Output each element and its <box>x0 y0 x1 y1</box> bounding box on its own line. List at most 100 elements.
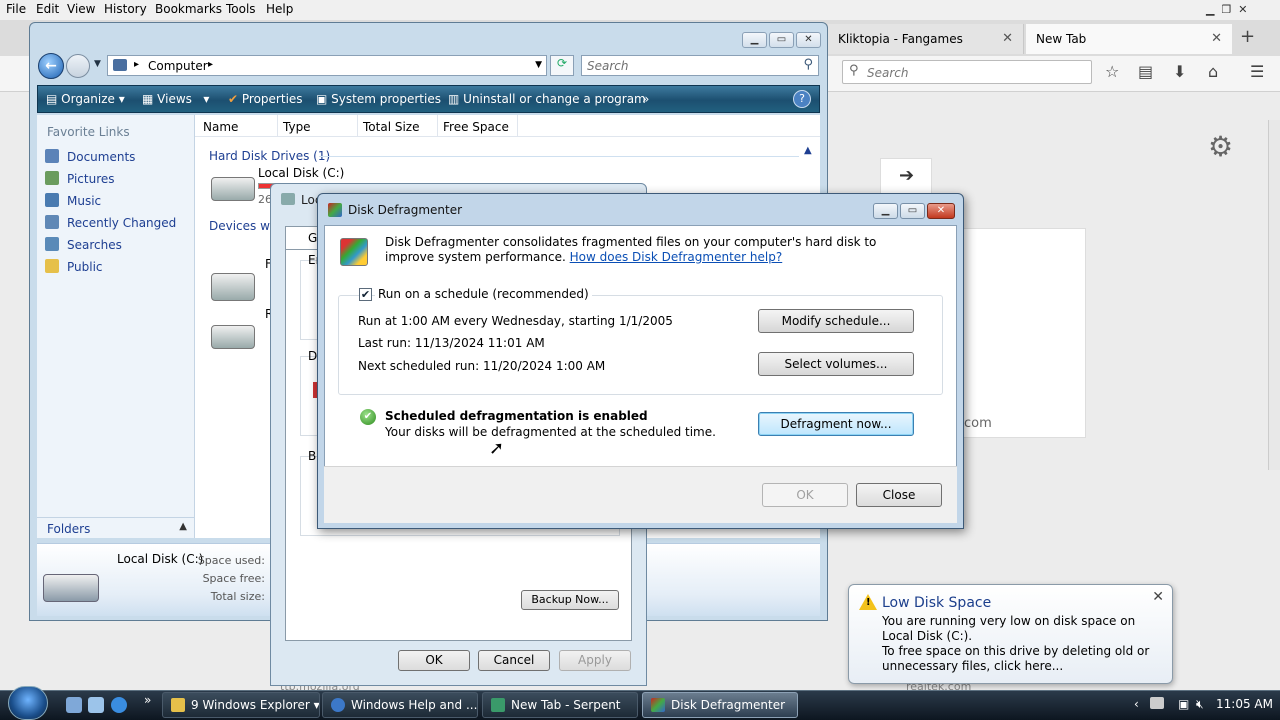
start-button[interactable] <box>8 686 48 720</box>
home-icon[interactable]: ⌂ <box>1208 62 1218 81</box>
nav-documents[interactable]: Documents <box>45 149 135 164</box>
close-icon[interactable]: ✕ <box>1152 589 1164 605</box>
menu-file[interactable]: File <box>6 2 26 16</box>
folders-toggle[interactable]: Folders ▲ <box>37 517 195 538</box>
group-hard-disk-drives[interactable]: Hard Disk Drives (1) <box>209 149 330 163</box>
taskbar-windows-help[interactable]: Windows Help and ... <box>322 692 478 718</box>
explorer-search-input[interactable]: Search ⚲ <box>581 55 819 76</box>
minimize-button[interactable]: ▁ <box>742 32 767 48</box>
modify-schedule-button[interactable]: Modify schedule... <box>758 309 914 333</box>
hard-drive-icon <box>43 574 99 602</box>
column-type[interactable]: Type <box>283 120 311 134</box>
gear-icon[interactable]: ⚙ <box>1208 130 1233 163</box>
close-button[interactable]: ✕ <box>927 203 955 219</box>
address-bar[interactable]: ▸ Computer ▸ ▼ <box>107 55 547 76</box>
show-desktop-icon[interactable] <box>66 697 82 713</box>
back-button[interactable]: ← <box>38 53 64 79</box>
menu-history[interactable]: History <box>104 2 147 16</box>
maximize-button[interactable]: ▭ <box>900 203 925 219</box>
search-go-button[interactable]: ➔ <box>880 158 932 194</box>
computer-icon <box>113 59 127 71</box>
clock[interactable]: 11:05 AM <box>1216 697 1273 711</box>
network-icon[interactable]: ▣ <box>1178 697 1189 711</box>
top-site-thumbnail[interactable] <box>962 228 1086 438</box>
folder-icon <box>45 259 59 273</box>
tray-chevron-icon[interactable]: ‹ <box>1134 697 1139 711</box>
taskbar-new-tab-serpent[interactable]: New Tab - Serpent <box>482 692 638 718</box>
volume-muted-icon[interactable]: 🔇︎ <box>1196 697 1204 712</box>
tab-new-tab[interactable]: New Tab ✕ <box>1026 24 1232 54</box>
system-properties-button[interactable]: ▣ System properties <box>316 92 441 106</box>
nav-public[interactable]: Public <box>45 259 103 274</box>
properties-cancel-button[interactable]: Cancel <box>478 650 550 671</box>
download-icon[interactable]: ⬇ <box>1173 62 1186 81</box>
organize-button[interactable]: ▤ Organize ▾ <box>46 92 125 106</box>
column-total-size[interactable]: Total Size <box>363 120 419 134</box>
menu-edit[interactable]: Edit <box>36 2 59 16</box>
backup-now-button[interactable]: Backup Now... <box>521 590 619 610</box>
column-name[interactable]: Name <box>203 120 238 134</box>
taskbar-windows-explorer[interactable]: 9 Windows Explorer ▾ <box>162 692 320 718</box>
details-total-size: Total size: <box>210 590 265 603</box>
menu-view[interactable]: View <box>67 2 95 16</box>
properties-button[interactable]: ✔ Properties <box>228 92 303 106</box>
firefox-window-controls[interactable]: ▁ ❐ ✕ <box>1206 3 1248 16</box>
maximize-button[interactable]: ▭ <box>769 32 794 48</box>
defragment-now-button[interactable]: Defragment now... <box>758 412 914 436</box>
library-icon[interactable]: ▤ <box>1138 62 1153 81</box>
menu-bookmarks[interactable]: Bookmarks <box>155 2 222 16</box>
balloon-message[interactable]: You are running very low on disk space o… <box>882 614 1170 674</box>
chevron-up-icon[interactable]: ▲ <box>804 145 812 156</box>
serpent-icon <box>491 698 505 712</box>
nav-recently-changed[interactable]: Recently Changed <box>45 215 176 230</box>
column-free-space[interactable]: Free Space <box>443 120 509 134</box>
menu-help[interactable]: Help <box>266 2 293 16</box>
quicklaunch-chevron[interactable]: » <box>144 693 151 707</box>
more-commands-button[interactable]: » <box>642 92 649 106</box>
schedule-checkbox[interactable]: ✔ <box>359 288 372 301</box>
firefox-scrollbar[interactable] <box>1268 120 1280 470</box>
warning-icon: ! <box>859 594 877 610</box>
defrag-window-controls: ▁ ▭ ✕ <box>871 202 955 219</box>
uninstall-button[interactable]: ▥ Uninstall or change a program <box>448 92 646 106</box>
new-tab-plus-icon[interactable]: + <box>1240 26 1255 47</box>
balloon-message-line1: You are running very low on disk space o… <box>882 614 1136 643</box>
minimize-button[interactable]: ▁ <box>873 203 898 219</box>
close-icon[interactable]: ✕ <box>1002 31 1013 46</box>
tab-kliktopia[interactable]: Kliktopia - Fangames ✕ <box>828 24 1024 54</box>
disk-defragmenter-dialog: Disk Defragmenter ▁ ▭ ✕ Disk Defragmenter … <box>317 193 964 529</box>
tab-new-tab-label: New Tab <box>1036 32 1087 46</box>
defrag-help-link[interactable]: How does Disk Defragmenter help? <box>570 250 783 264</box>
close-button[interactable]: ✕ <box>796 32 821 48</box>
menu-tools[interactable]: Tools <box>226 2 256 16</box>
properties-ok-button[interactable]: OK <box>398 650 470 671</box>
views-button[interactable]: ▦ Views ▾ <box>142 92 209 106</box>
switch-windows-icon[interactable] <box>88 697 104 713</box>
close-icon[interactable]: ✕ <box>1211 31 1222 46</box>
balloon-title: Low Disk Space <box>882 595 992 611</box>
internet-explorer-icon[interactable] <box>111 697 127 713</box>
refresh-button[interactable]: ⟳ <box>550 55 574 76</box>
firefox-search-input[interactable]: ⚲ Search <box>842 60 1092 84</box>
history-dropdown-icon[interactable]: ▼ <box>94 59 101 69</box>
properties-apply-button[interactable]: Apply <box>559 650 631 671</box>
programs-icon: ▥ <box>448 92 460 106</box>
taskbar-disk-defragmenter[interactable]: Disk Defragmenter <box>642 692 798 718</box>
low-disk-space-balloon[interactable]: ! Low Disk Space ✕ You are running very … <box>848 584 1173 684</box>
breadcrumb-computer[interactable]: Computer <box>148 59 208 73</box>
select-volumes-button[interactable]: Select volumes... <box>758 352 914 376</box>
nav-searches[interactable]: Searches <box>45 237 122 252</box>
chevron-down-icon[interactable]: ▼ <box>535 60 542 70</box>
drive-tray-icon[interactable] <box>1150 697 1164 709</box>
defrag-close-button[interactable]: Close <box>856 483 942 507</box>
nav-music[interactable]: Music <box>45 193 101 208</box>
floppy-drive-icon[interactable] <box>211 273 255 301</box>
help-icon[interactable]: ? <box>793 90 811 108</box>
schedule-checkbox-label[interactable]: Run on a schedule (recommended) <box>375 287 592 301</box>
removable-drive-icon[interactable] <box>211 325 255 349</box>
defrag-ok-button[interactable]: OK <box>762 483 848 507</box>
menu-hamburger-icon[interactable]: ☰ <box>1250 62 1264 81</box>
forward-button[interactable] <box>66 54 90 78</box>
nav-pictures[interactable]: Pictures <box>45 171 115 186</box>
bookmark-star-icon[interactable]: ☆ <box>1105 62 1119 81</box>
